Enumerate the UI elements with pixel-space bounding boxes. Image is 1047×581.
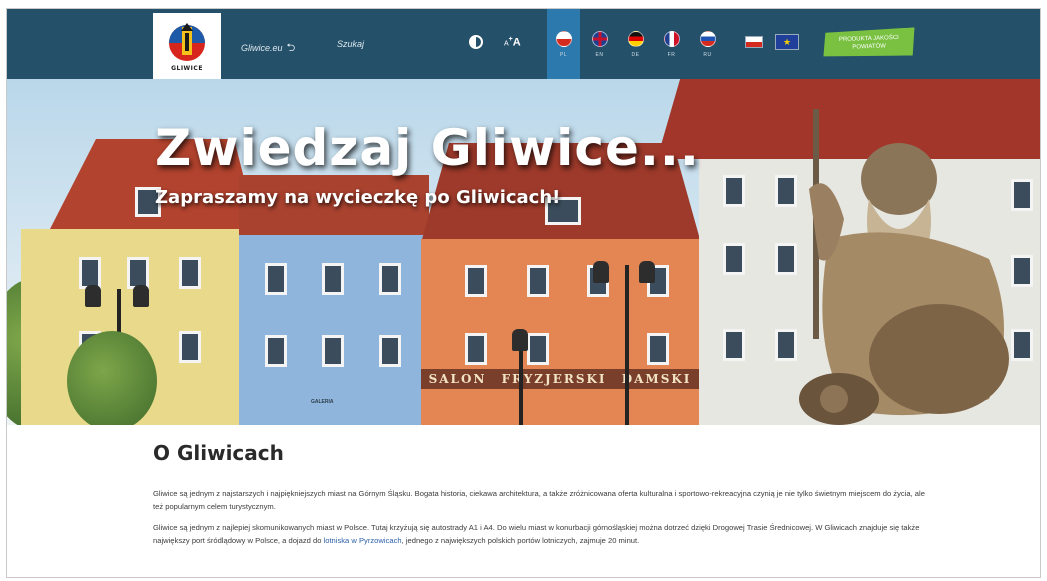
street-lamp [625, 265, 629, 425]
logo-text: GLIWICE [171, 64, 203, 72]
flag-ru-icon [699, 30, 716, 47]
logo-emblem-icon [169, 22, 205, 61]
shop-sign-word: DAMSKI [621, 372, 692, 386]
about-section: O Gliwicach Gliwice są jednym z najstars… [153, 441, 933, 555]
search-link[interactable]: Szukaj [337, 39, 364, 49]
flag-de-icon [627, 30, 644, 47]
flag-fr-icon [663, 30, 680, 47]
lang-en[interactable]: EN [583, 9, 616, 79]
hero-subtitle: Zapraszamy na wycieczkę po Gliwicach! [155, 187, 561, 208]
shop-sign-word: FRYZJERSKI [501, 372, 607, 386]
hero-banner: GALERIA SALON FRYZJERSKI DAMSKI Zwiedzaj… [7, 79, 1040, 425]
gliwice-eu-label: Gliwice.eu [241, 43, 283, 53]
about-paragraph-1: Gliwice są jednym z najstarszych i najpi… [153, 489, 925, 512]
lang-de[interactable]: DE [619, 9, 652, 79]
city-logo[interactable]: GLIWICE [153, 13, 221, 79]
shop-sign: SALON FRYZJERSKI DAMSKI [421, 369, 699, 389]
lang-code: FR [667, 51, 676, 58]
poland-flag-icon [745, 36, 763, 48]
external-link-icon: ⮌ [286, 42, 296, 54]
lang-ru[interactable]: RU [691, 9, 724, 79]
paragraph-text: , jednego z największych polskich portów… [401, 536, 640, 546]
contrast-toggle-icon[interactable] [469, 35, 483, 49]
gliwice-eu-link[interactable]: Gliwice.eu ⮌ [241, 39, 295, 58]
about-paragraph-2: Gliwice są jednym z najlepiej skomunikow… [153, 521, 933, 547]
airport-link[interactable]: lotniska w Pyrzowicach [324, 536, 402, 545]
lang-code: PL [559, 51, 568, 58]
flag-pl-icon [555, 30, 572, 47]
street-lamp [519, 341, 523, 425]
lang-pl[interactable]: PL [547, 9, 580, 79]
lang-code: EN [595, 51, 604, 58]
section-title: O Gliwicach [153, 441, 284, 465]
lang-code: DE [631, 51, 640, 58]
font-size-toggle[interactable]: A+A [504, 36, 521, 49]
font-size-large-label: A [512, 36, 521, 49]
quality-award-badge[interactable]: PRODUKTA JAKOŚCI POWIATÓW [823, 27, 916, 58]
shop-sign-word: SALON [428, 372, 487, 386]
lang-fr[interactable]: FR [655, 9, 688, 79]
top-navigation-bar: GLIWICE Gliwice.eu ⮌ Szukaj A+A PL EN DE … [7, 9, 1040, 79]
flag-uk-icon [591, 30, 608, 47]
eu-flag-icon: ★ [775, 34, 799, 50]
gallery-sign: GALERIA [311, 399, 334, 405]
hero-title: Zwiedzaj Gliwice... [155, 119, 700, 177]
lang-code: RU [703, 51, 712, 58]
neptune-statue-image [799, 109, 1009, 425]
tree [67, 331, 157, 425]
browser-page: GLIWICE Gliwice.eu ⮌ Szukaj A+A PL EN DE … [6, 8, 1041, 578]
